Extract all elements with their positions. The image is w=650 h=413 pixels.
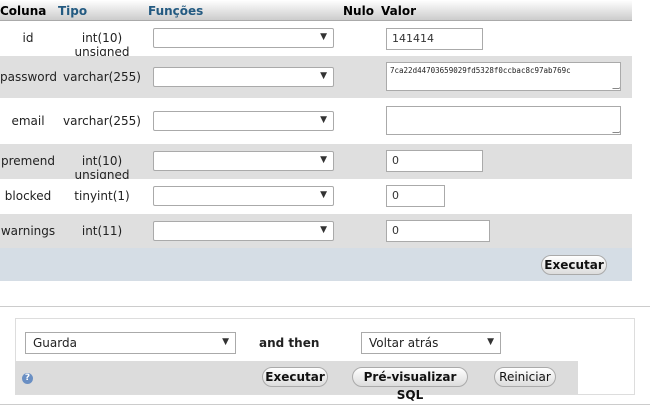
table-row: blocked tinyint(1) ▼ 0 (0, 179, 632, 214)
function-select[interactable]: ▼ (153, 151, 334, 171)
column-type: varchar(255) (63, 114, 141, 128)
divider (0, 306, 650, 307)
table-header: Coluna Tipo Funções Nulo Valor (0, 0, 632, 21)
and-then-label: and then (259, 336, 320, 350)
function-select[interactable]: ▼ (153, 221, 334, 241)
chevron-down-icon: ▼ (487, 337, 494, 347)
function-select[interactable]: ▼ (153, 28, 334, 48)
chevron-down-icon: ▼ (320, 115, 327, 125)
execute-button[interactable]: Executar (541, 255, 607, 275)
value-input[interactable]: 0 (386, 185, 445, 207)
value-input[interactable]: 0 (386, 150, 483, 172)
column-name: email (11, 114, 45, 128)
column-type: varchar(255) (63, 70, 141, 84)
column-type: int(10) unsigned (74, 31, 130, 59)
column-name: id (22, 31, 34, 45)
header-type[interactable]: Tipo (58, 4, 87, 18)
after-action-select[interactable]: Voltar atrás ▼ (361, 332, 501, 354)
value-text: 7ca22d44703659029fd5328f0ccbac8c97ab769c (390, 66, 571, 75)
column-type: int(10) unsigned (74, 154, 130, 182)
action-select[interactable]: Guarda ▼ (25, 332, 236, 354)
value-input[interactable]: 0 (386, 220, 490, 242)
reset-button[interactable]: Reiniciar (494, 367, 556, 387)
chevron-down-icon: ▼ (320, 225, 327, 235)
column-name: blocked (4, 189, 52, 203)
chevron-down-icon: ▼ (320, 32, 327, 42)
divider (0, 404, 650, 405)
form-footer: Executar (0, 248, 632, 281)
table-row: premend int(10) unsigned ▼ 0 (0, 144, 632, 182)
help-icon[interactable]: ? (22, 373, 33, 384)
column-type: int(11) (81, 224, 123, 238)
column-name: password (0, 70, 57, 84)
function-select[interactable]: ▼ (153, 186, 334, 206)
preview-sql-button[interactable]: Pré-visualizar SQL (352, 367, 468, 402)
column-type: tinyint(1) (74, 189, 130, 203)
resize-grip-icon[interactable] (612, 126, 620, 133)
value-input[interactable]: 141414 (386, 28, 483, 50)
table-row: email varchar(255) ▼ (0, 98, 632, 144)
header-functions[interactable]: Funções (148, 4, 203, 18)
value-textarea[interactable] (386, 106, 621, 135)
column-name: premend (1, 154, 55, 168)
chevron-down-icon: ▼ (222, 337, 229, 347)
header-value: Valor (381, 4, 417, 18)
value-textarea[interactable]: 7ca22d44703659029fd5328f0ccbac8c97ab769c (386, 62, 621, 91)
function-select[interactable]: ▼ (153, 111, 334, 131)
execute-button-bottom[interactable]: Executar (262, 367, 328, 387)
table-row: password varchar(255) ▼ 7ca22d4470365902… (0, 56, 632, 98)
action-select-value: Guarda (33, 336, 77, 350)
after-action-select-value: Voltar atrás (369, 336, 439, 350)
function-select[interactable]: ▼ (153, 67, 334, 87)
table-row: warnings int(11) ▼ 0 (0, 214, 632, 248)
column-name: warnings (0, 224, 56, 238)
chevron-down-icon: ▼ (320, 190, 327, 200)
resize-grip-icon[interactable] (612, 82, 620, 89)
header-null: Nulo (343, 4, 374, 18)
header-column: Coluna (0, 4, 47, 18)
chevron-down-icon: ▼ (320, 155, 327, 165)
table-row: id int(10) unsigned ▼ 141414 (0, 21, 632, 59)
chevron-down-icon: ▼ (320, 71, 327, 81)
